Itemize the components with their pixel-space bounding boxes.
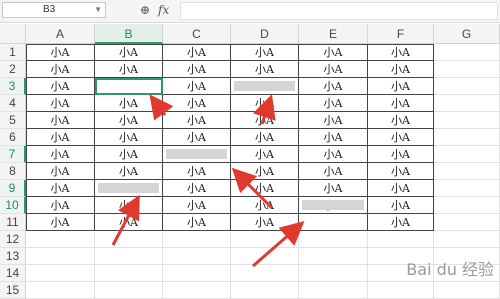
arrow-b3 — [149, 94, 174, 121]
watermark-logo: Bai du 经验 — [406, 260, 494, 279]
annotation-arrows — [111, 94, 305, 268]
arrow-e11 — [252, 221, 305, 268]
arrow-c7 — [231, 167, 274, 210]
arrow-d3 — [252, 94, 276, 125]
arrow-b9 — [111, 194, 140, 246]
